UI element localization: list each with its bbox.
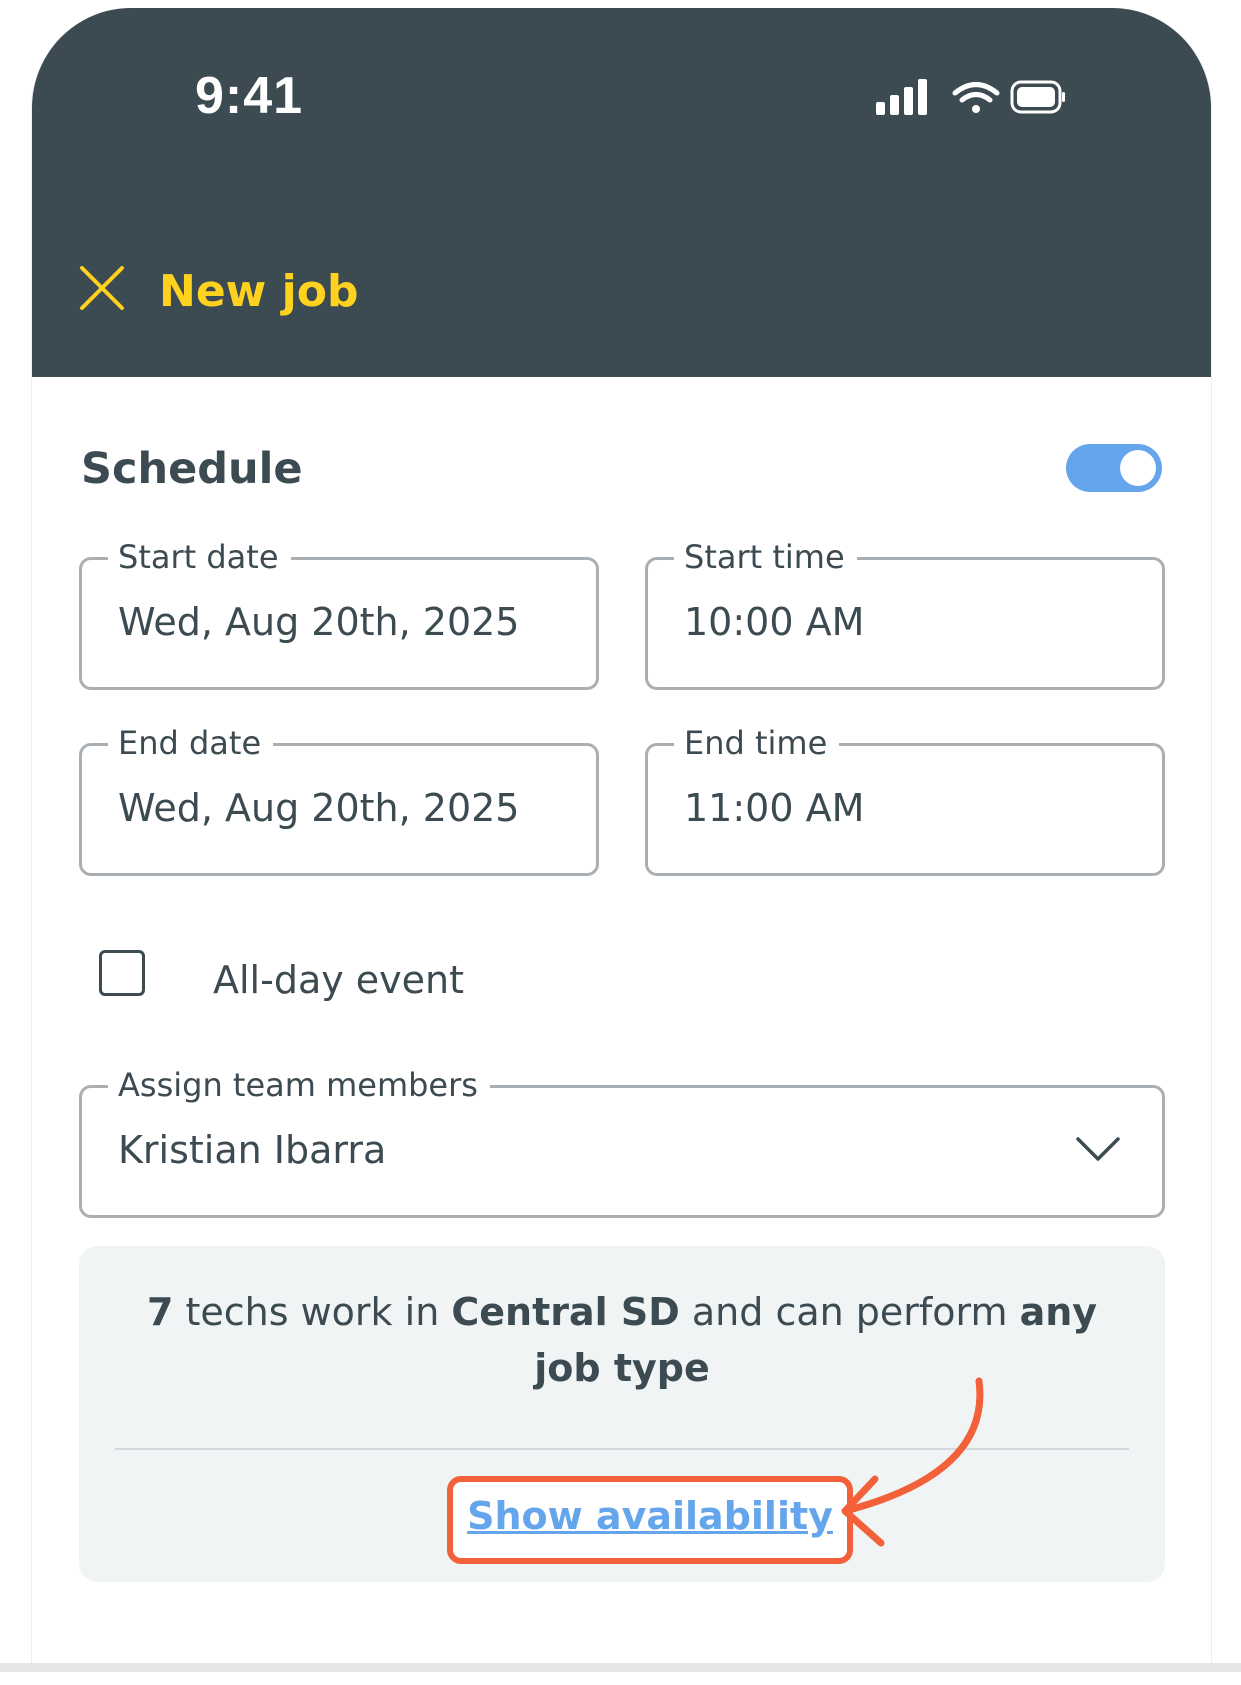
battery-icon	[1010, 80, 1065, 114]
start-time-label: Start time	[674, 534, 857, 580]
end-date-label: End date	[108, 720, 274, 766]
signal-icon	[876, 79, 927, 115]
wifi-icon	[952, 82, 1000, 113]
close-button[interactable]	[74, 260, 130, 316]
annotation-arrow-icon	[841, 1377, 984, 1547]
start-date-value: Wed, Aug 20th, 2025	[118, 600, 520, 644]
status-icons	[876, 78, 1066, 128]
start-date-field[interactable]: Start date Wed, Aug 20th, 2025	[79, 534, 599, 690]
page-title: New job	[159, 266, 359, 317]
schedule-toggle[interactable]	[1066, 444, 1162, 492]
phone-screen: 9:41 New job Schedule Start date Wed, Au…	[31, 8, 1212, 1668]
assign-team-label: Assign team members	[108, 1062, 490, 1108]
end-time-field[interactable]: End time 11:00 AM	[645, 720, 1165, 876]
chevron-down-icon	[1076, 1137, 1120, 1161]
end-time-label: End time	[674, 720, 840, 766]
tech-count: 7	[146, 1290, 174, 1334]
toggle-knob	[1120, 450, 1156, 486]
summary-text-2: and can perform	[679, 1290, 1020, 1334]
all-day-label: All-day event	[213, 958, 465, 1002]
page: 9:41 New job Schedule Start date Wed, Au…	[0, 0, 1241, 1685]
summary-text-1: techs work in	[173, 1290, 452, 1334]
status-time: 9:41	[195, 67, 304, 125]
assign-team-value: Kristian Ibarra	[118, 1128, 387, 1172]
bottom-edge	[0, 1663, 1241, 1672]
all-day-checkbox[interactable]	[99, 950, 145, 996]
assign-team-select[interactable]: Assign team members Kristian Ibarra	[79, 1062, 1165, 1218]
start-time-field[interactable]: Start time 10:00 AM	[645, 534, 1165, 690]
close-icon	[80, 266, 124, 310]
app-header: 9:41 New job	[32, 8, 1211, 377]
highlight-box: Show availability	[447, 1476, 853, 1564]
end-time-value: 11:00 AM	[684, 786, 865, 830]
start-date-label: Start date	[108, 534, 291, 580]
start-time-value: 10:00 AM	[684, 600, 865, 644]
show-availability-link[interactable]: Show availability	[453, 1494, 847, 1538]
schedule-title: Schedule	[81, 444, 303, 494]
end-date-field[interactable]: End date Wed, Aug 20th, 2025	[79, 720, 599, 876]
availability-info-box: 7 techs work in Central SD and can perfo…	[79, 1246, 1165, 1582]
region-name: Central SD	[451, 1290, 680, 1334]
end-date-value: Wed, Aug 20th, 2025	[118, 786, 520, 830]
